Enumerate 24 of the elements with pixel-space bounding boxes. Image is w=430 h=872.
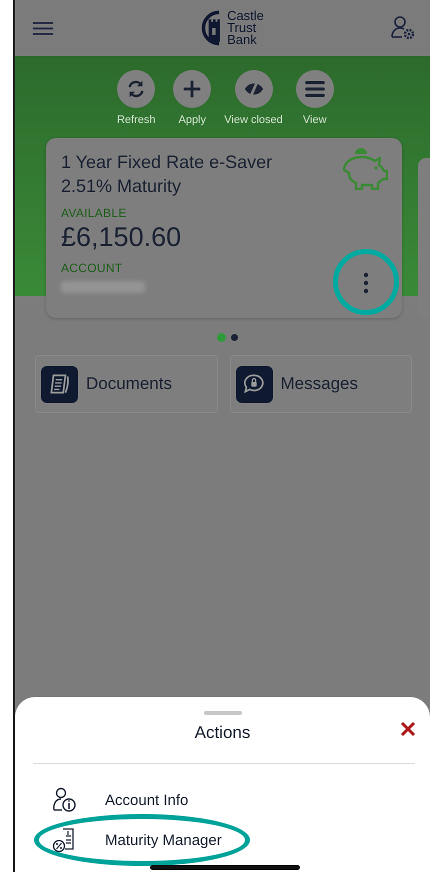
balance-amount: £6,150.60 bbox=[61, 222, 182, 253]
shortcut-tile[interactable]: Documents bbox=[35, 355, 218, 413]
account-title: 1 Year Fixed Rate e-Saver 2.51% Maturity bbox=[61, 151, 274, 198]
menu-icon[interactable] bbox=[32, 20, 54, 36]
page-dot[interactable] bbox=[231, 334, 238, 341]
shortcut-tile[interactable]: Messages bbox=[230, 355, 412, 413]
available-label: AVAILABLE bbox=[61, 206, 128, 220]
account-label: ACCOUNT bbox=[61, 261, 124, 275]
more-icon bbox=[363, 272, 369, 294]
logo-text: Trust bbox=[227, 22, 256, 34]
list-icon bbox=[304, 78, 326, 100]
plus-icon bbox=[181, 78, 204, 100]
action-button[interactable]: View closed bbox=[224, 70, 283, 126]
drag-handle[interactable] bbox=[204, 711, 242, 715]
logo-text: Bank bbox=[227, 34, 258, 46]
sheet-title: Actions bbox=[194, 723, 250, 744]
highlight-ring bbox=[333, 249, 399, 315]
page-dot[interactable] bbox=[217, 333, 226, 342]
close-icon[interactable] bbox=[400, 721, 416, 737]
action-item[interactable]: Maturity Manager bbox=[15, 820, 222, 860]
logo-text: Castle bbox=[227, 10, 264, 22]
account-card[interactable]: 1 Year Fixed Rate e-Saver 2.51% Maturity AVAILABLE £6,150.60 ACCOUNT bbox=[46, 138, 402, 318]
action-item[interactable]: Account Info bbox=[15, 780, 188, 820]
profile-settings-icon[interactable] bbox=[390, 15, 416, 41]
